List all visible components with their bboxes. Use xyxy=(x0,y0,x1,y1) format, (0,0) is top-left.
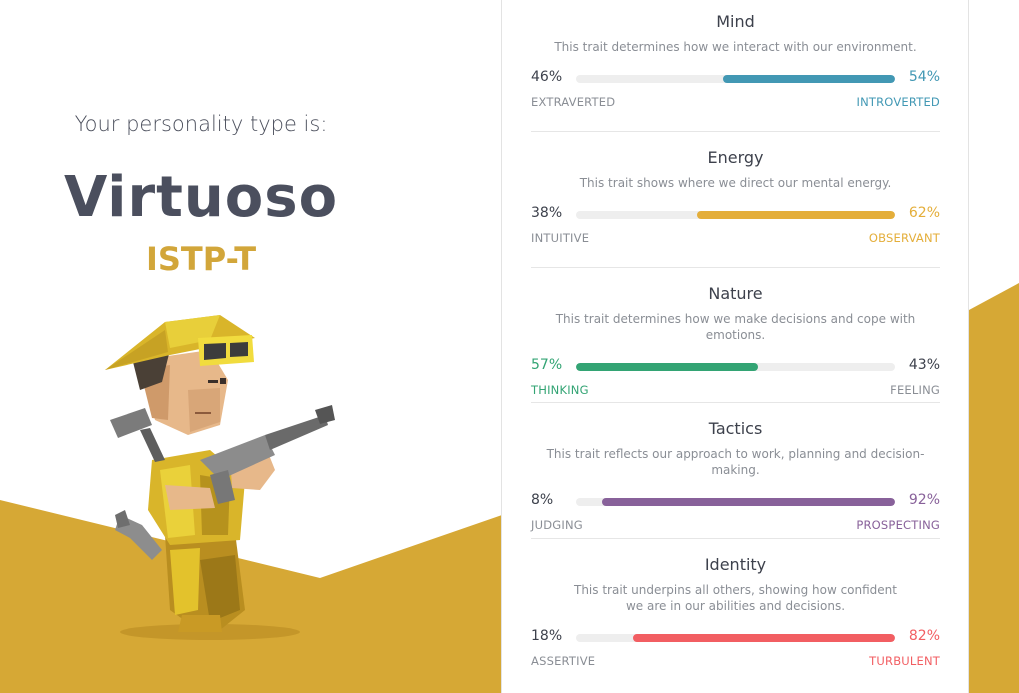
trait-title: Nature xyxy=(708,284,763,303)
trait-mind: Mind This trait determines how we intera… xyxy=(531,12,940,111)
divider xyxy=(531,131,940,132)
right-percentage: 43% xyxy=(908,357,940,373)
right-pole-label: TURBULENT xyxy=(869,654,940,668)
left-percentage: 18% xyxy=(531,628,563,644)
right-pole-label: OBSERVANT xyxy=(868,231,940,245)
personality-traits-card: Mind This trait determines how we intera… xyxy=(501,0,969,693)
left-pole-label: INTUITIVE xyxy=(531,231,590,245)
trait-identity: Identity This trait underpins all others… xyxy=(531,555,940,670)
trait-bar-track xyxy=(576,75,895,83)
divider xyxy=(531,538,940,539)
divider xyxy=(531,267,940,268)
personality-type-code: ISTP-T xyxy=(145,240,257,278)
trait-pole-labels: THINKING FEELING xyxy=(531,383,940,399)
right-pole-label: FEELING xyxy=(890,383,940,397)
trait-bar-row: 57% 43% xyxy=(531,357,940,377)
trait-energy: Energy This trait shows where we direct … xyxy=(531,148,940,247)
trait-bar-row: 46% 54% xyxy=(531,69,940,89)
trait-bar-row: 8% 92% xyxy=(531,492,940,512)
left-percentage: 8% xyxy=(531,492,554,508)
divider xyxy=(531,402,940,403)
left-percentage: 46% xyxy=(531,69,563,85)
right-pole-label: PROSPECTING xyxy=(856,518,940,532)
trait-description: This trait reflects our approach to work… xyxy=(546,447,925,477)
trait-title: Energy xyxy=(707,148,764,167)
right-percentage: 82% xyxy=(908,628,940,644)
trait-pole-labels: EXTRAVERTED INTROVERTED xyxy=(531,95,940,111)
trait-nature: Nature This trait determines how we make… xyxy=(531,284,940,399)
trait-bar-fill xyxy=(576,363,758,371)
left-pole-label: EXTRAVERTED xyxy=(531,95,616,109)
personality-type-name: Virtuoso xyxy=(63,165,339,230)
left-pole-label: ASSERTIVE xyxy=(531,654,596,668)
trait-bar-fill xyxy=(633,634,895,642)
left-percentage: 57% xyxy=(531,357,563,373)
trait-title: Tactics xyxy=(708,419,763,438)
trait-bar-track xyxy=(576,634,895,642)
trait-bar-row: 18% 82% xyxy=(531,628,940,648)
left-percentage: 38% xyxy=(531,205,563,221)
trait-tactics: Tactics This trait reflects our approach… xyxy=(531,419,940,534)
intro-text: Your personality type is: xyxy=(74,112,328,136)
right-pole-label: INTROVERTED xyxy=(856,95,940,109)
trait-bar-track xyxy=(576,211,895,219)
trait-description: This trait underpins all others, showing… xyxy=(573,583,897,613)
trait-description: This trait determines how we make decisi… xyxy=(555,312,916,342)
trait-bar-fill xyxy=(601,498,895,506)
trait-pole-labels: ASSERTIVE TURBULENT xyxy=(531,654,940,670)
right-percentage: 92% xyxy=(908,492,940,508)
right-percentage: 54% xyxy=(908,69,940,85)
trait-description: This trait determines how we interact wi… xyxy=(554,40,917,54)
trait-pole-labels: JUDGING PROSPECTING xyxy=(531,518,940,534)
trait-description: This trait shows where we direct our men… xyxy=(579,176,892,190)
trait-bar-track xyxy=(576,363,895,371)
trait-bar-fill xyxy=(722,75,895,83)
trait-pole-labels: INTUITIVE OBSERVANT xyxy=(531,231,940,247)
trait-bar-track xyxy=(576,498,895,506)
trait-title: Identity xyxy=(704,555,767,574)
trait-bar-fill xyxy=(697,211,895,219)
right-percentage: 62% xyxy=(908,205,940,221)
left-pole-label: THINKING xyxy=(531,383,589,397)
trait-bar-row: 38% 62% xyxy=(531,205,940,225)
left-pole-label: JUDGING xyxy=(531,518,583,532)
virtuoso-character-illustration xyxy=(105,315,335,640)
trait-title: Mind xyxy=(716,12,755,31)
type-summary-panel: Your personality type is: Virtuoso ISTP-… xyxy=(0,0,502,693)
